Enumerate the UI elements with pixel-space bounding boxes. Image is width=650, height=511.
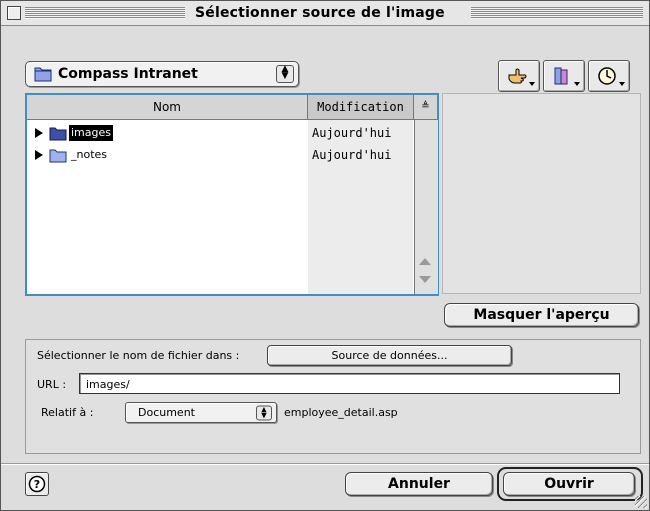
list-item-name: _notes	[71, 148, 108, 161]
popup-arrows-icon: ▲ ▼	[276, 65, 294, 83]
vertical-scrollbar[interactable]	[414, 120, 438, 294]
close-box[interactable]	[7, 6, 21, 20]
shortcuts-button[interactable]	[498, 60, 540, 92]
preview-pane	[442, 93, 641, 294]
help-button[interactable]: ?	[25, 472, 49, 496]
relative-file-name: employee_detail.asp	[284, 406, 398, 419]
favorites-button[interactable]	[543, 60, 585, 92]
list-item[interactable]: images Aujourd'hui	[27, 123, 413, 143]
popup-arrows-icon: ▲ ▼	[256, 405, 272, 420]
hand-shortcut-icon	[508, 68, 527, 84]
recent-clock-icon	[598, 67, 616, 85]
list-item-modified: Aujourd'hui	[312, 126, 392, 140]
list-item-modified: Aujourd'hui	[312, 148, 392, 162]
select-filename-label: Sélectionner le nom de fichier dans :	[37, 349, 240, 362]
disclosure-triangle-icon[interactable]	[35, 128, 43, 138]
relative-to-popup[interactable]: Document ▲ ▼	[125, 402, 277, 423]
scroll-up-arrow-icon[interactable]	[419, 258, 431, 265]
location-label: Compass Intranet	[58, 66, 198, 82]
open-button[interactable]: Ouvrir	[503, 472, 635, 496]
hide-preview-button[interactable]: Masquer l'aperçu	[444, 303, 639, 327]
title-stripes-right	[471, 7, 643, 19]
title-bar[interactable]: Sélectionner source de l'image	[1, 1, 649, 26]
title-stripes-left	[25, 7, 185, 19]
help-icon: ?	[28, 475, 46, 493]
window-title: Sélectionner source de l'image	[189, 3, 451, 23]
column-header-modified[interactable]: Modification	[308, 95, 414, 120]
relative-to-value: Document	[138, 406, 195, 419]
dropdown-triangle-icon	[574, 82, 580, 86]
folder-icon	[34, 67, 52, 82]
scroll-down-arrow-icon[interactable]	[419, 276, 431, 283]
relative-to-label: Relatif à :	[41, 406, 94, 419]
favorites-icon	[554, 67, 568, 85]
dropdown-triangle-icon	[619, 82, 625, 86]
dropdown-triangle-icon	[529, 82, 535, 86]
disclosure-triangle-icon[interactable]	[35, 150, 43, 160]
sort-order-button[interactable]: ≜	[414, 95, 437, 120]
file-list[interactable]: Nom Modification ≜ images Aujourd'hui _n…	[25, 93, 439, 296]
svg-text:?: ?	[34, 478, 40, 491]
url-field[interactable]: images/	[79, 373, 620, 394]
resize-grip[interactable]	[635, 496, 647, 508]
recent-button[interactable]	[588, 60, 630, 92]
data-source-button[interactable]: Source de données...	[267, 345, 512, 366]
list-item-name: images	[69, 125, 113, 141]
cancel-button[interactable]: Annuler	[345, 472, 493, 496]
location-popup[interactable]: Compass Intranet ▲ ▼	[25, 61, 299, 87]
footer-separator	[1, 463, 649, 465]
folder-icon	[49, 149, 67, 163]
list-item[interactable]: _notes Aujourd'hui	[27, 145, 413, 165]
column-header-name[interactable]: Nom	[27, 95, 308, 120]
dialog-window: Sélectionner source de l'image Compass I…	[0, 0, 650, 511]
folder-icon	[49, 127, 67, 141]
url-label: URL :	[37, 378, 67, 391]
